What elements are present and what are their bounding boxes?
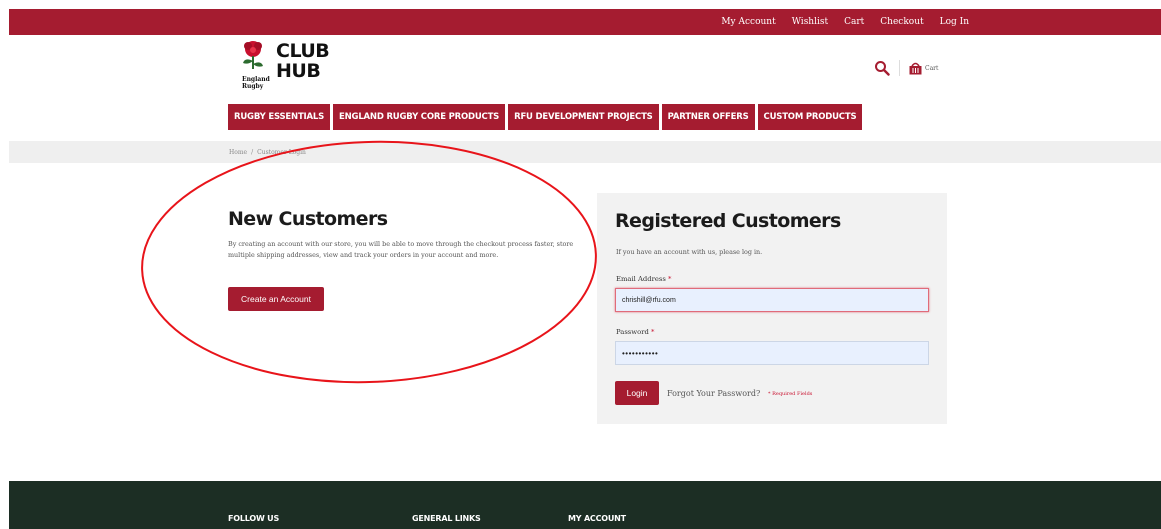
registered-customers-section: Registered Customers If you have an acco… bbox=[597, 193, 947, 424]
password-required-star: * bbox=[650, 328, 655, 336]
nav-custom-products[interactable]: CUSTOM PRODUCTS bbox=[757, 104, 863, 130]
email-required-star: * bbox=[668, 275, 672, 283]
password-field[interactable]: ••••••••••• bbox=[615, 341, 929, 365]
rose-icon bbox=[243, 41, 263, 69]
nav-rugby-essentials[interactable]: RUGBY ESSENTIALS bbox=[228, 104, 331, 130]
breadcrumb-home[interactable]: Home bbox=[229, 149, 247, 156]
footer-general-links: GENERAL LINKS bbox=[412, 514, 481, 523]
search-icon[interactable] bbox=[874, 60, 890, 76]
registered-customers-title: Registered Customers bbox=[615, 210, 841, 232]
logo-club-text: CLUB bbox=[276, 40, 330, 62]
cart-label[interactable]: Cart bbox=[925, 65, 938, 72]
email-label-text: Email Address bbox=[616, 275, 666, 283]
footer: FOLLOW US GENERAL LINKS MY ACCOUNT bbox=[9, 481, 1161, 529]
main-nav: RUGBY ESSENTIALS ENGLAND RUGBY CORE PROD… bbox=[228, 104, 863, 130]
password-label: Password * bbox=[616, 328, 654, 336]
new-customers-section: New Customers By creating an account wit… bbox=[228, 208, 588, 311]
header-icons: Cart bbox=[874, 58, 938, 78]
nav-partner-offers[interactable]: PARTNER OFFERS bbox=[661, 104, 755, 130]
email-field[interactable]: chrishill@rfu.com bbox=[615, 288, 929, 312]
top-link-log-in[interactable]: Log In bbox=[940, 17, 969, 27]
annotation-ellipse bbox=[141, 140, 597, 384]
top-link-checkout[interactable]: Checkout bbox=[880, 17, 923, 27]
breadcrumb-separator: / bbox=[251, 148, 254, 156]
breadcrumb-bar: Home / Customer Login bbox=[9, 141, 1161, 163]
password-value: ••••••••••• bbox=[622, 348, 659, 358]
password-label-text: Password bbox=[616, 328, 649, 336]
basket-icon[interactable] bbox=[909, 61, 922, 75]
new-customers-title: New Customers bbox=[228, 208, 388, 230]
top-link-cart[interactable]: Cart bbox=[844, 17, 864, 27]
required-fields-note: * Required Fields bbox=[768, 391, 813, 397]
breadcrumb-current: Customer Login bbox=[257, 148, 306, 156]
breadcrumb: Home / Customer Login bbox=[229, 141, 306, 163]
top-link-my-account[interactable]: My Account bbox=[721, 17, 775, 27]
logo-hub-text: HUB bbox=[276, 60, 321, 82]
registered-intro-text: If you have an account with us, please l… bbox=[616, 248, 763, 256]
footer-my-account: MY ACCOUNT bbox=[568, 514, 626, 523]
top-links: My Account Wishlist Cart Checkout Log In bbox=[721, 9, 969, 35]
footer-follow-us: FOLLOW US bbox=[228, 514, 280, 523]
top-link-wishlist[interactable]: Wishlist bbox=[792, 17, 828, 27]
create-account-button[interactable]: Create an Account bbox=[228, 287, 324, 311]
site-logo[interactable]: CLUB HUB England Rugby bbox=[240, 38, 330, 92]
new-customers-description: By creating an account with our store, y… bbox=[228, 240, 574, 259]
nav-england-rugby-core-products[interactable]: ENGLAND RUGBY CORE PRODUCTS bbox=[333, 104, 506, 130]
top-bar: My Account Wishlist Cart Checkout Log In bbox=[9, 9, 1161, 35]
logo-england-rugby-text: England Rugby bbox=[242, 76, 270, 90]
email-label: Email Address * bbox=[616, 275, 671, 283]
nav-rfu-development-projects[interactable]: RFU DEVELOPMENT PROJECTS bbox=[508, 104, 659, 130]
email-value: chrishill@rfu.com bbox=[622, 296, 676, 304]
login-button[interactable]: Login bbox=[615, 381, 659, 405]
header-divider bbox=[899, 60, 900, 76]
forgot-password-link[interactable]: Forgot Your Password? bbox=[667, 389, 760, 398]
